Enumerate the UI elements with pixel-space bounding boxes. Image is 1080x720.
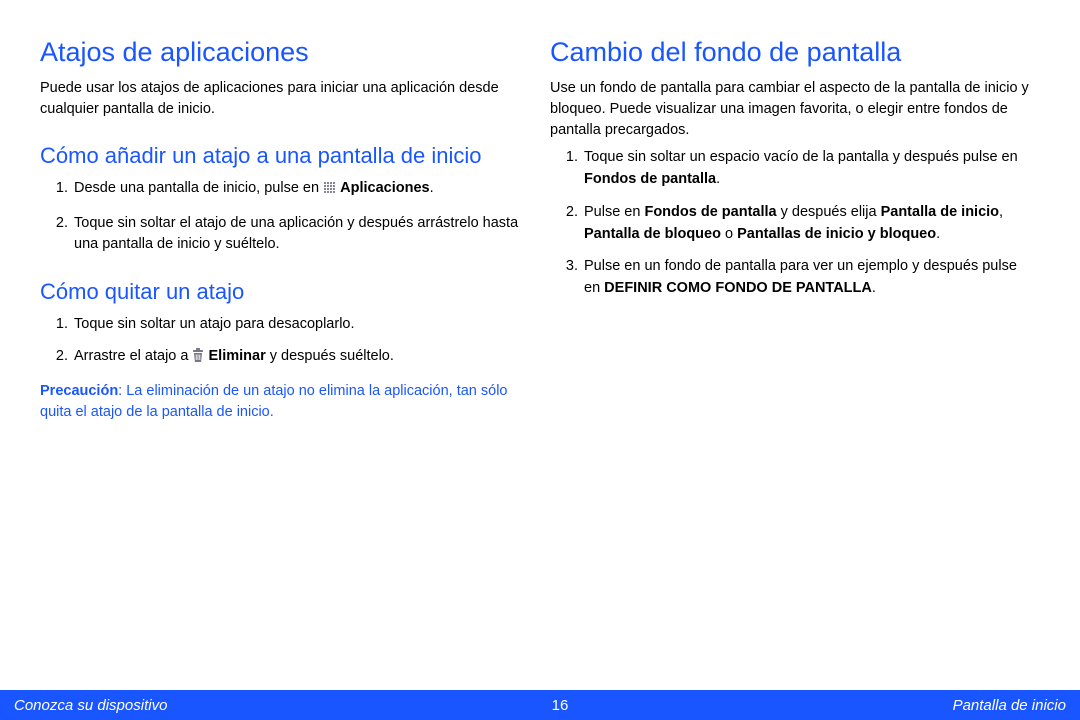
page-number: 16: [552, 697, 569, 714]
manual-page: Atajos de aplicaciones Puede usar los at…: [0, 0, 1080, 720]
intro-atajos: Puede usar los atajos de aplicaciones pa…: [40, 78, 530, 120]
footer-left: Conozca su dispositivo: [14, 697, 167, 714]
list-item: Toque sin soltar el atajo de una aplicac…: [72, 213, 530, 257]
list-item: Arrastre el atajo a Eliminar y después s…: [72, 346, 530, 370]
two-column-layout: Atajos de aplicaciones Puede usar los at…: [40, 36, 1040, 674]
trash-icon: [192, 348, 204, 370]
step-text: .: [936, 226, 940, 242]
step-text: y después elija: [777, 204, 881, 220]
step-text: .: [872, 280, 876, 296]
right-column: Cambio del fondo de pantalla Use un fond…: [550, 36, 1040, 674]
step-text: .: [716, 171, 720, 187]
bold-eliminar: Eliminar: [209, 348, 266, 364]
bold-pantallas-inicio-bloqueo: Pantallas de inicio y bloqueo: [737, 226, 936, 242]
step-text: Pulse en: [584, 204, 644, 220]
heading-remove-shortcut: Cómo quitar un atajo: [40, 278, 530, 306]
step-text: Toque sin soltar un espacio vacío de la …: [584, 149, 1018, 165]
step-text: y después suéltelo.: [266, 348, 394, 364]
bold-pantalla-inicio: Pantalla de inicio: [881, 204, 999, 220]
page-footer: Conozca su dispositivo 16 Pantalla de in…: [0, 690, 1080, 720]
list-item: Pulse en Fondos de pantalla y después el…: [582, 202, 1040, 246]
list-item: Desde una pantalla de inicio, pulse en A…: [72, 178, 530, 202]
caution-note: Precaución: La eliminación de un atajo n…: [40, 381, 530, 423]
caution-label: Precaución: [40, 383, 118, 399]
add-shortcut-list: Desde una pantalla de inicio, pulse en A…: [40, 178, 530, 256]
left-column: Atajos de aplicaciones Puede usar los at…: [40, 36, 530, 674]
heading-add-shortcut: Cómo añadir un atajo a una pantalla de i…: [40, 142, 530, 170]
step-text: Desde una pantalla de inicio, pulse en: [74, 180, 323, 196]
footer-right: Pantalla de inicio: [953, 697, 1066, 714]
bold-fondos: Fondos de pantalla: [644, 204, 776, 220]
bold-aplicaciones: Aplicaciones: [340, 180, 429, 196]
step-text: .: [430, 180, 434, 196]
step-text: ,: [999, 204, 1003, 220]
intro-wallpaper: Use un fondo de pantalla para cambiar el…: [550, 78, 1040, 141]
wallpaper-steps-list: Toque sin soltar un espacio vacío de la …: [550, 147, 1040, 300]
list-item: Toque sin soltar un espacio vacío de la …: [582, 147, 1040, 191]
list-item: Pulse en un fondo de pantalla para ver u…: [582, 256, 1040, 300]
list-item: Toque sin soltar un atajo para desacopla…: [72, 314, 530, 336]
bold-pantalla-bloqueo: Pantalla de bloqueo: [584, 226, 721, 242]
bold-fondos: Fondos de pantalla: [584, 171, 716, 187]
heading-wallpaper: Cambio del fondo de pantalla: [550, 36, 1040, 68]
step-text: o: [721, 226, 737, 242]
remove-shortcut-list: Toque sin soltar un atajo para desacopla…: [40, 314, 530, 371]
bold-definir: DEFINIR COMO FONDO DE PANTALLA: [604, 280, 872, 296]
apps-grid-icon: [323, 180, 336, 202]
step-text: Arrastre el atajo a: [74, 348, 192, 364]
heading-atajos: Atajos de aplicaciones: [40, 36, 530, 68]
